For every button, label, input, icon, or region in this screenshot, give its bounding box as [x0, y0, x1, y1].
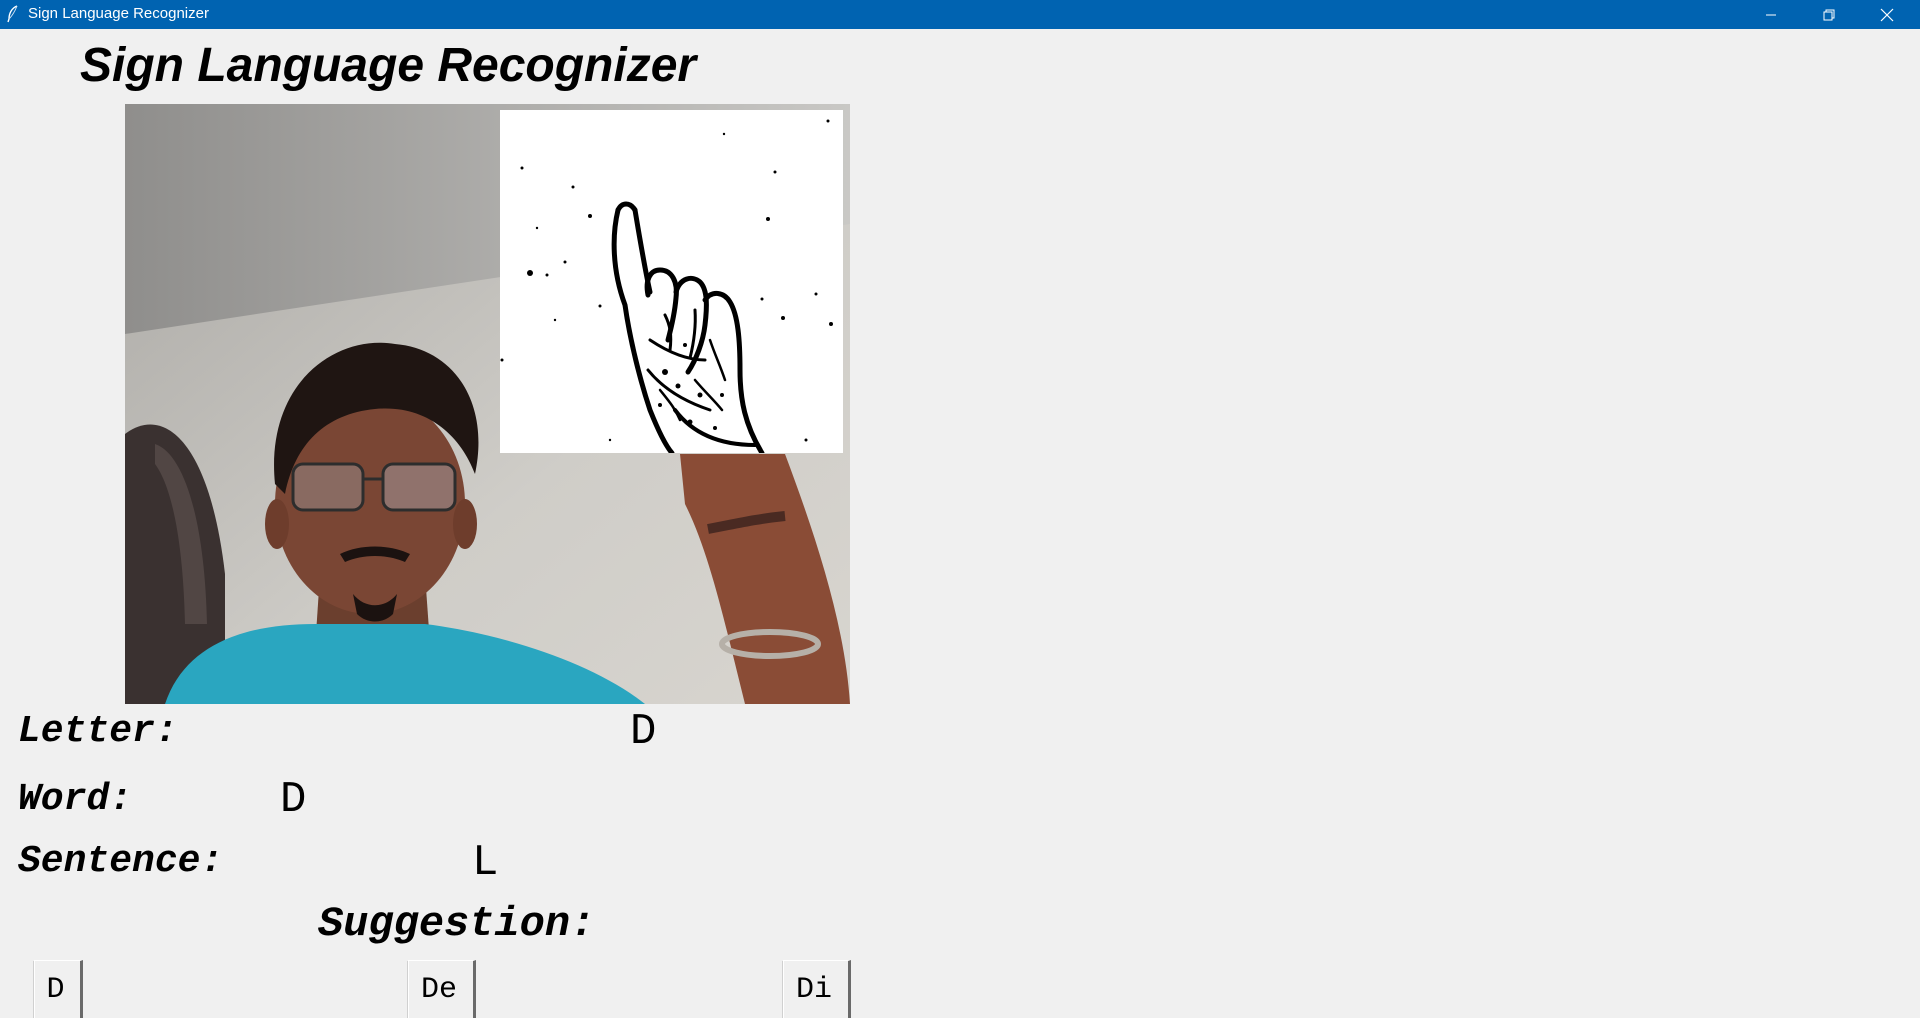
- suggestion-label: Suggestion:: [318, 900, 596, 948]
- minimize-icon: [1766, 14, 1776, 15]
- restore-button[interactable]: [1800, 0, 1858, 29]
- word-label: Word:: [18, 778, 133, 821]
- suggestion-button-2[interactable]: De: [407, 960, 476, 1018]
- suggestion-button-1[interactable]: D: [33, 960, 83, 1018]
- hand-roi-image: [500, 110, 843, 453]
- app-heading: Sign Language Recognizer: [80, 39, 697, 92]
- feather-icon: [6, 5, 20, 23]
- suggestion-button-3[interactable]: Di: [782, 960, 851, 1018]
- letter-value: D: [630, 707, 657, 757]
- close-icon: [1880, 8, 1894, 21]
- window-titlebar: Sign Language Recognizer: [0, 0, 1920, 29]
- close-button[interactable]: [1858, 0, 1916, 29]
- restore-icon: [1823, 9, 1835, 20]
- sentence-value: L: [472, 838, 499, 888]
- word-value: D: [280, 775, 307, 825]
- window-title: Sign Language Recognizer: [28, 5, 209, 22]
- minimize-button[interactable]: [1742, 0, 1800, 29]
- sentence-label: Sentence:: [18, 840, 224, 883]
- letter-label: Letter:: [18, 710, 178, 753]
